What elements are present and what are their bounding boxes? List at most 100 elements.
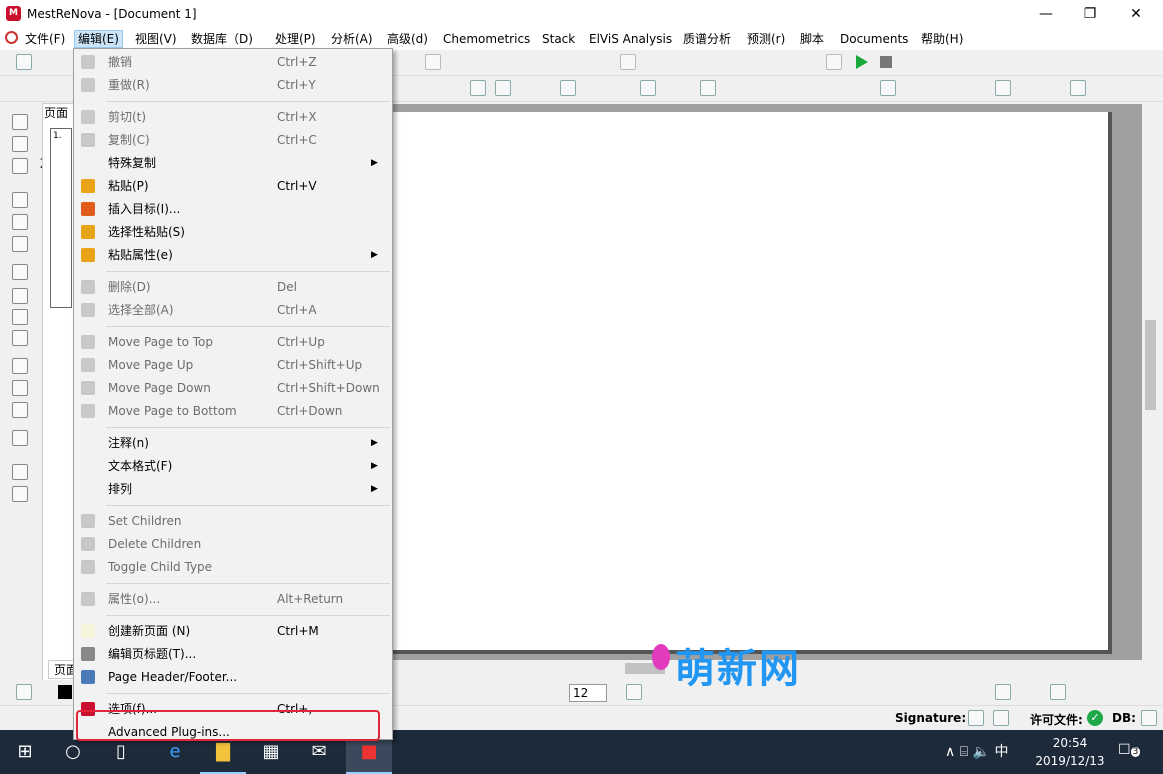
chevron-up-icon[interactable]: ∧ [945,744,955,760]
menu-documents[interactable]: Documents [837,30,911,48]
maximize-button[interactable]: ❐ [1067,0,1113,28]
minimize-button[interactable]: — [1023,0,1069,28]
submenu-arrow-icon: ▶ [371,484,378,494]
menu-item-page-header-footer[interactable]: Page Header/Footer... [74,666,392,689]
menu-item-e[interactable]: 粘贴属性(e) ▶ [74,244,392,267]
menu-item-n[interactable]: 创建新页面 (N) Ctrl+M [74,620,392,643]
integral-icon[interactable] [12,236,28,252]
db-tool-icon[interactable] [626,684,642,700]
pin-icon[interactable] [12,402,28,418]
toolbar-tool-icon[interactable] [425,54,441,70]
menu-file[interactable]: 文件(F) [22,30,68,48]
menu-process[interactable]: 处理(P) [272,30,319,48]
run-icon[interactable] [856,55,868,69]
menu-help[interactable]: 帮助(H) [918,30,966,48]
peak-tool-icon[interactable] [620,54,636,70]
edit-menu-item[interactable]: 排列 ▶ [74,478,392,501]
menu-stack[interactable]: Stack [539,30,578,48]
color-swatch[interactable] [58,685,72,699]
sort-icon[interactable] [12,358,28,374]
select-tool-icon[interactable] [12,114,28,130]
menu-separator [106,505,390,506]
menu-item-label: 创建新页面 (N) [108,624,191,638]
pages-tab[interactable]: 页面 [44,104,68,121]
submenu-arrow-icon: ▶ [371,461,378,471]
cross-icon[interactable] [12,309,28,325]
edit-menu-item: 撤销 Ctrl+Z [74,51,392,74]
menu-item-label: 特殊复制 [108,156,157,170]
script-icon[interactable] [826,54,842,70]
windows-start-icon[interactable]: ⊞ [2,730,48,774]
menu-item-label: Set Children [108,514,182,528]
menu-item-p[interactable]: 粘贴(P) Ctrl+V [74,175,392,198]
list-icon[interactable] [12,486,28,502]
menu-view[interactable]: 视图(V) [132,30,180,48]
clock-date: 2019/12/13 [1035,754,1105,768]
certificate-icon[interactable] [993,710,1009,726]
document-page[interactable] [392,112,1112,654]
report-icon[interactable] [995,684,1011,700]
chart-icon[interactable] [12,464,28,480]
menu-item-s[interactable]: 选择性粘贴(S) [74,221,392,244]
edit-menu-item[interactable]: 特殊复制 ▶ [74,152,392,175]
zoom-tool-icon[interactable] [12,192,28,208]
menu-item-label: 选择性粘贴(S) [108,225,185,239]
grid-icon[interactable] [1070,80,1086,96]
menu-predict[interactable]: 预测(r) [744,30,788,48]
pointer-icon[interactable] [16,684,32,700]
edit-title-icon [81,647,95,661]
atom-icon[interactable] [560,80,576,96]
menu-item-t[interactable]: 编辑页标题(T)... [74,643,392,666]
network-icon[interactable]: ⌸ [960,744,968,760]
license-label: 许可文件: [1030,713,1083,727]
ime-indicator[interactable]: 中 [994,744,1008,760]
signature-icon[interactable] [968,710,984,726]
multiplet-icon[interactable] [12,288,28,304]
new-document-icon[interactable] [16,54,32,70]
spectrum-icon[interactable] [880,80,896,96]
spectrum-view-icon[interactable] [12,214,28,230]
menu-chemometrics[interactable]: Chemometrics [440,30,533,48]
axis-tool-icon[interactable] [12,136,28,152]
system-tray: ∧ ⌸ 🔈 中 [945,741,1008,761]
menu-edit[interactable]: 编辑(E) [74,30,123,48]
menu-script[interactable]: 脚本 [797,30,827,48]
fit-icon[interactable] [470,80,486,96]
database-icon[interactable] [1050,684,1066,700]
notification-icon[interactable]: ☐ 3 [1118,742,1141,758]
volume-icon[interactable]: 🔈 [973,744,990,760]
page-thumbnail[interactable]: 1. [50,128,72,308]
divide-icon[interactable] [12,330,28,346]
db-status-icon[interactable] [1141,710,1157,726]
menu-item-shortcut: Del [277,280,297,294]
layout-icon[interactable] [995,80,1011,96]
hexagon-icon[interactable] [700,80,716,96]
menu-analysis[interactable]: 分析(A) [328,30,376,48]
menu-elvis-analysis[interactable]: ElViS Analysis [586,30,675,48]
eye-icon[interactable] [12,380,28,396]
stop-icon[interactable] [880,56,892,68]
header-footer-icon [81,670,95,684]
move-up-icon [81,358,95,372]
tools-icon[interactable] [495,80,511,96]
left-toolstrip [3,104,40,664]
menu-item-label: 重做(R) [108,78,150,92]
paste-icon [81,179,95,193]
menu-advanced[interactable]: 高级(d) [384,30,431,48]
clock[interactable]: 20:54 2019/12/13 [1030,734,1110,770]
table-icon[interactable] [12,430,28,446]
menu-item-i[interactable]: 插入目标(I)... [74,198,392,221]
arrow-icon[interactable] [640,80,656,96]
peak-pick-icon[interactable] [12,264,28,280]
menu-mass-spec[interactable]: 质谱分析 [680,30,734,48]
view-tool-icon[interactable] [12,158,28,174]
menu-item-n[interactable]: 注释(n) ▶ [74,432,392,455]
menu-item-shortcut: Ctrl+X [277,110,317,124]
menu-item-label: 选择全部(A) [108,303,174,317]
menu-database[interactable]: 数据库（D) [188,30,256,48]
submenu-arrow-icon: ▶ [371,158,378,168]
close-button[interactable]: ✕ [1113,0,1159,28]
font-size-select[interactable]: 12 [569,684,607,702]
menu-item-f[interactable]: 文本格式(F) ▶ [74,455,392,478]
vertical-scroll-thumb[interactable] [1145,320,1156,410]
